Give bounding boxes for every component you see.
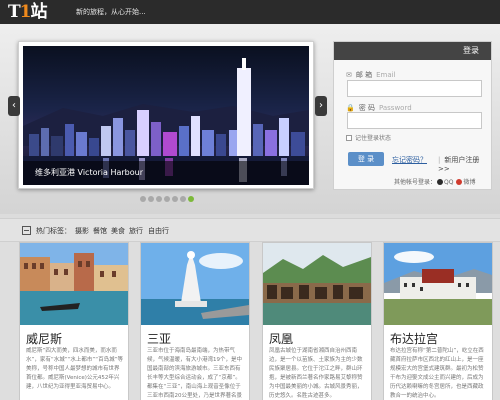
tag-link[interactable]: 自由行 [148, 226, 169, 236]
password-placeholder: Password [378, 104, 412, 112]
tag-link[interactable]: 摄影 [75, 226, 89, 236]
image-slider: 维多利亚港 Victoria Harbour [18, 41, 314, 189]
card-title[interactable]: 布达拉宫 [390, 330, 438, 347]
remember-me[interactable]: 记住登录状态 [346, 133, 391, 142]
fenghuang-photo[interactable] [263, 243, 371, 325]
destination-card-fenghuang[interactable]: 凤凰 凤凰古城位于湖南省湘西自治州西南边，是一个以苗族、土家族为主的少数民族聚居… [262, 242, 372, 400]
tag-link[interactable]: 旅行 [129, 226, 143, 236]
email-field[interactable] [347, 80, 482, 97]
weibo-icon[interactable] [456, 179, 463, 185]
password-field[interactable] [347, 112, 482, 129]
card-description: 三亚市位于海南岛最南端，为热带气候，气候温暖，有大小港湾19个，是中国最南部的滨… [147, 348, 242, 399]
hot-tags-bar: 热门标签： 摄影 餐馆 美食 旅行 自由行 [0, 218, 500, 242]
slide-caption-bar: 维多利亚港 Victoria Harbour [23, 161, 309, 185]
slide-caption: 维多利亚港 Victoria Harbour [35, 168, 143, 177]
card-description: 威尼斯”四大而美，四水而美，而水而水”，家有“水城”“水上都市”“百岛城”等美称… [26, 348, 123, 390]
other-login: 其他帐号登录： QQ 微博 [394, 177, 475, 186]
forgot-password-link[interactable]: 忘记密码？ [392, 155, 427, 165]
email-row: ✉ 邮 箱 Email [346, 70, 396, 80]
slider-next-button[interactable]: › [315, 96, 327, 116]
weibo-login-link[interactable]: 微博 [463, 179, 475, 186]
slider-dot[interactable] [156, 196, 162, 202]
email-label: 邮 箱 [355, 71, 373, 79]
tag-list-icon [22, 226, 31, 235]
slider-dot[interactable] [140, 196, 146, 202]
slider-dot[interactable] [180, 196, 186, 202]
login-panel: 登录 ✉ 邮 箱 Email 🔒 密 码 Password 记住登录状态 登 录 忘记密… [333, 41, 492, 190]
destination-card-potala[interactable]: 布达拉宫 布达拉宫有称“第二普陀山”，屹立在西藏首府拉萨市区西北的红山上，是一座… [383, 242, 493, 400]
destination-card-sanya[interactable]: 三亚 三亚市位于海南岛最南端，为热带气候，气候温暖，有大小港湾19个，是中国最南… [140, 242, 250, 400]
slider-prev-button[interactable]: ‹ [8, 96, 20, 116]
password-label: 密 码 [358, 104, 375, 112]
email-placeholder: Email [376, 71, 396, 79]
remember-label: 记住登录状态 [355, 135, 392, 142]
venice-photo[interactable] [20, 243, 128, 325]
card-description: 凤凰古城位于湖南省湘西自治州西南边，是一个以苗族、土家族为主的少数民族聚居县。它… [269, 348, 363, 399]
card-title[interactable]: 威尼斯 [26, 330, 62, 347]
envelope-icon: ✉ [346, 71, 352, 79]
potala-palace-photo[interactable] [384, 243, 492, 325]
login-title: 登录 [334, 42, 491, 60]
qq-icon[interactable] [437, 179, 444, 185]
sanya-photo[interactable] [141, 243, 249, 325]
card-description: 布达拉宫有称“第二普陀山”，屹立在西藏首府拉萨市区西北的红山上，是一座规模宏大的… [390, 348, 484, 399]
hot-tags-title: 热门标签： [36, 227, 71, 235]
login-button[interactable]: 登 录 [348, 152, 384, 166]
register-link[interactable]: | 新用户注册>> [438, 155, 491, 173]
register-link-text[interactable]: 新用户注册>> [438, 156, 479, 173]
site-slogan: 新的旅程，从心开始... [76, 8, 146, 16]
destination-card-venice[interactable]: 威尼斯 威尼斯”四大而美，四水而美，而水而水”，家有“水城”“水上都市”“百岛城… [19, 242, 129, 400]
slider-dots [140, 196, 196, 204]
tag-link[interactable]: 美食 [111, 226, 125, 236]
qq-login-link[interactable]: QQ [444, 179, 453, 186]
destination-cards: 威尼斯 威尼斯”四大而美，四水而美，而水而水”，家有“水城”“水上都市”“百岛城… [0, 242, 500, 400]
lock-icon: 🔒 [346, 104, 355, 112]
top-bar: T1站 新的旅程，从心开始... [0, 0, 500, 24]
tag-link[interactable]: 餐馆 [93, 226, 107, 236]
site-logo[interactable]: T1站 [8, 2, 48, 22]
slider-dot[interactable] [164, 196, 170, 202]
remember-checkbox[interactable] [346, 135, 352, 141]
card-title[interactable]: 凤凰 [269, 330, 293, 347]
slider-dot[interactable] [172, 196, 178, 202]
slider-dot[interactable] [188, 196, 194, 202]
other-login-label: 其他帐号登录： [394, 179, 437, 186]
slider-dot[interactable] [148, 196, 154, 202]
card-title[interactable]: 三亚 [147, 330, 171, 347]
